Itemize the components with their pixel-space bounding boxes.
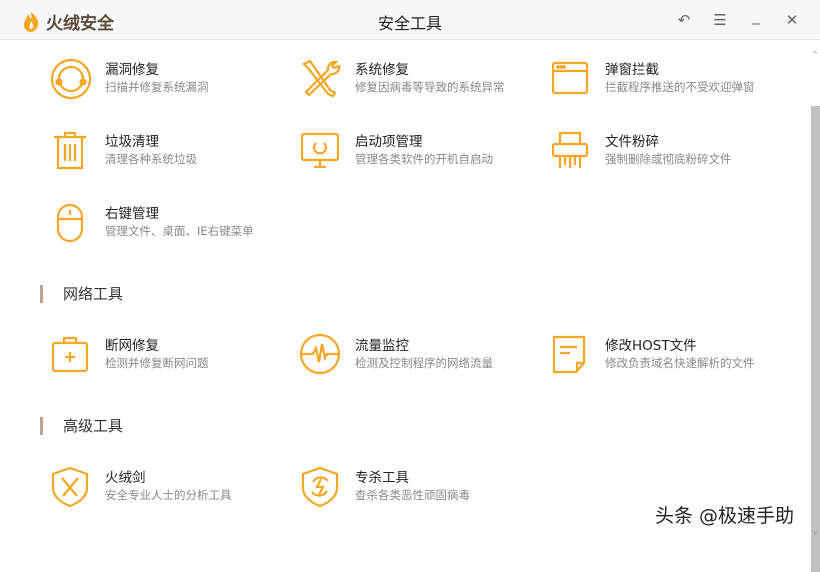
monitor-startup-icon (300, 132, 340, 169)
tool-file-shred[interactable]: 文件粉碎 强制删除或彻底粉碎文件 (550, 130, 790, 180)
tool-edit-host[interactable]: 修改HOST文件 修改负责域名快速解析的文件 (550, 334, 790, 384)
tool-title: 专杀工具 (355, 470, 409, 486)
tool-desc: 管理文件、桌面、IE右键菜单 (105, 224, 254, 238)
wrench-screwdriver-icon (302, 59, 341, 98)
vertical-scrollbar[interactable]: ^ v (810, 44, 820, 572)
tool-desc: 检测并修复断网问题 (105, 356, 209, 370)
shield-swords-icon (51, 466, 89, 508)
tool-virus-killer[interactable]: 专杀工具 查杀各类恶性顽固病毒 (300, 466, 540, 516)
tool-vulnerability-fix[interactable]: 漏洞修复 扫描并修复系统漏洞 (50, 58, 290, 108)
tool-desc: 查杀各类恶性顽固病毒 (355, 488, 470, 502)
tool-title: 启动项管理 (355, 134, 423, 150)
scroll-up-arrow[interactable]: ^ (810, 50, 820, 59)
minimize-button[interactable]: _ (746, 6, 766, 26)
tool-desc: 修改负责域名快速解析的文件 (605, 356, 755, 370)
tool-desc: 安全专业人士的分析工具 (105, 488, 232, 502)
section-network-tools: 网络工具 (40, 285, 123, 303)
tool-desc: 修复因病毒等导致的系统异常 (355, 80, 505, 94)
shredder-icon (551, 131, 589, 168)
tool-title: 断网修复 (105, 338, 159, 354)
mouse-icon (56, 203, 84, 243)
tool-title: 右键管理 (105, 206, 159, 222)
pulse-monitor-icon (300, 334, 341, 375)
section-advanced-tools: 高级工具 (40, 417, 123, 435)
tool-context-menu[interactable]: 右键管理 管理文件、桌面、IE右键菜单 (50, 202, 290, 252)
tool-title: 漏洞修复 (105, 62, 159, 78)
tool-huorong-sword[interactable]: 火绒剑 安全专业人士的分析工具 (50, 466, 290, 516)
tool-title: 流量监控 (355, 338, 409, 354)
tool-startup-manager[interactable]: 启动项管理 管理各类软件的开机自启动 (300, 130, 540, 180)
tool-system-repair[interactable]: 系统修复 修复因病毒等导致的系统异常 (300, 58, 540, 108)
watermark: 头条 @极速手助 (655, 505, 795, 527)
tool-title: 文件粉碎 (605, 134, 659, 150)
scrollbar-thumb[interactable] (811, 106, 820, 572)
first-aid-kit-icon (51, 336, 89, 373)
tool-title: 垃圾清理 (105, 134, 159, 150)
back-button[interactable]: ↶ (674, 10, 694, 30)
tool-popup-block[interactable]: 弹窗拦截 拦截程序推送的不受欢迎弹窗 (550, 58, 790, 108)
tool-desc: 强制删除或彻底粉碎文件 (605, 152, 732, 166)
shield-bolt-icon (301, 466, 339, 508)
tool-title: 火绒剑 (105, 470, 146, 486)
tool-desc: 检测及控制程序的网络流量 (355, 356, 493, 370)
close-button[interactable]: ✕ (782, 10, 802, 30)
tool-title: 弹窗拦截 (605, 62, 659, 78)
tool-desc: 拦截程序推送的不受欢迎弹窗 (605, 80, 755, 94)
tool-title: 系统修复 (355, 62, 409, 78)
tool-desc: 扫描并修复系统漏洞 (105, 80, 209, 94)
tool-title: 修改HOST文件 (605, 338, 697, 354)
window-title: 安全工具 (377, 14, 442, 33)
tool-network-repair[interactable]: 断网修复 检测并修复断网问题 (50, 334, 290, 384)
scroll-down-arrow[interactable]: v (810, 528, 820, 537)
tool-desc: 清理各种系统垃圾 (105, 152, 197, 166)
tool-junk-clean[interactable]: 垃圾清理 清理各种系统垃圾 (50, 130, 290, 180)
popup-window-icon (551, 61, 589, 95)
trash-icon (54, 131, 86, 170)
menu-button[interactable]: ☰ (710, 10, 730, 30)
tool-desc: 管理各类软件的开机自启动 (355, 152, 493, 166)
document-icon (552, 335, 586, 374)
title-bar: 火绒安全 安全工具 ↶ ☰ _ ✕ (0, 0, 820, 40)
tool-traffic-monitor[interactable]: 流量监控 检测及控制程序的网络流量 (300, 334, 540, 384)
vulnerability-fix-icon (50, 58, 92, 100)
